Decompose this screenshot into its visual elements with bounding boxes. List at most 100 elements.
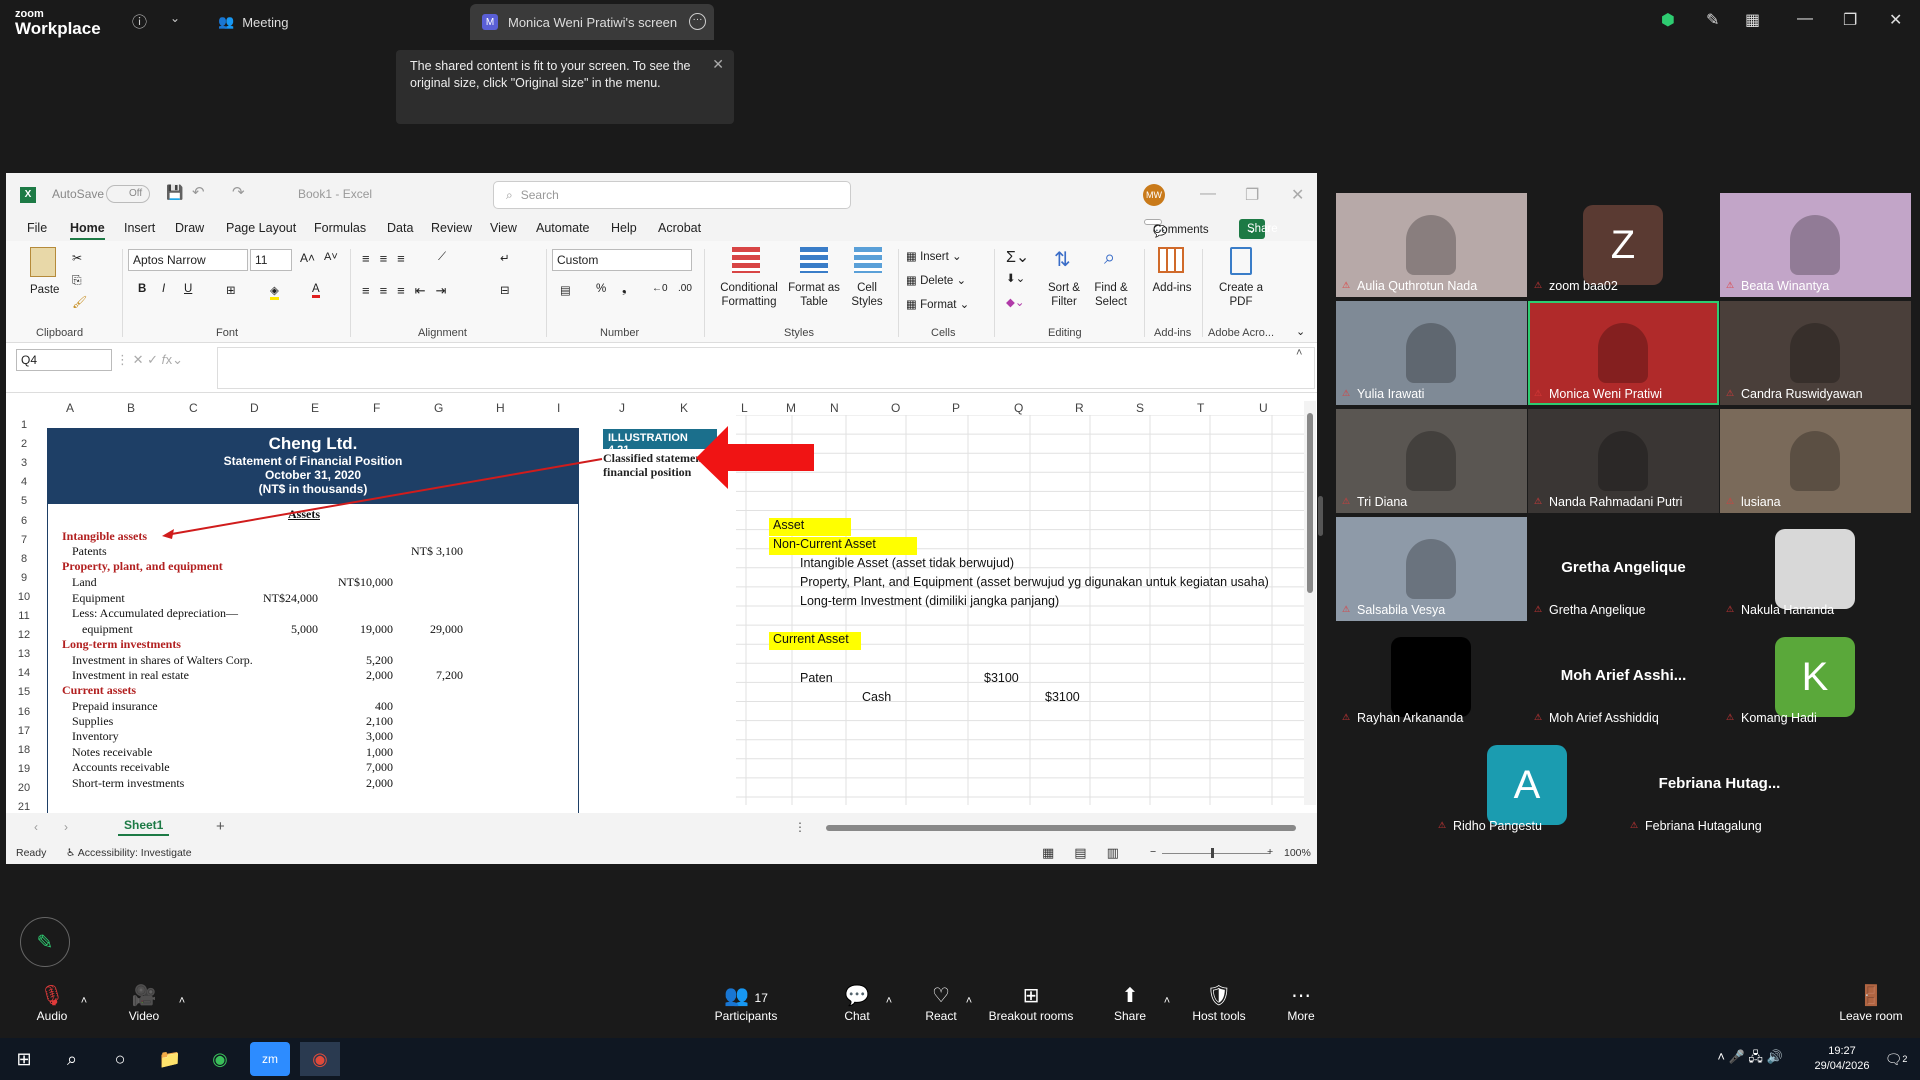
participant-tile[interactable]: Febriana Hutag... ⚠ Febriana Hutagalung xyxy=(1624,733,1815,837)
view-mode-icons[interactable]: ▦▤▥ xyxy=(1042,845,1139,861)
video-button[interactable]: 🎥 Video xyxy=(122,981,166,1038)
sheet-prev-icon[interactable]: ‹ xyxy=(34,820,38,834)
participant-tile[interactable]: ⚠ Nanda Rahmadani Putri xyxy=(1528,409,1719,513)
windows-start-icon[interactable]: ⊞ xyxy=(4,1042,44,1076)
cell-cash[interactable]: Cash xyxy=(862,690,891,704)
muted-mic-icon: ⚠ xyxy=(1726,604,1735,614)
cell-current-asset[interactable]: Current Asset xyxy=(769,632,861,650)
participant-tile[interactable]: K ⚠ Komang Hadi xyxy=(1720,625,1911,729)
react-label: React xyxy=(925,1009,957,1023)
participant-tile[interactable]: ⚠ Aulia Quthrotun Nada xyxy=(1336,193,1527,297)
more-label: More xyxy=(1287,1009,1315,1023)
layout-icon[interactable]: ▦ xyxy=(1745,10,1760,30)
zoom-slider[interactable] xyxy=(1162,853,1270,854)
chat-button[interactable]: 💬 Chat xyxy=(840,981,874,1038)
zoom-taskbar-icon[interactable]: zm xyxy=(250,1042,290,1076)
cell-intangible[interactable]: Intangible Asset (asset tidak berwujud) xyxy=(800,556,1014,570)
notification-icon[interactable]: 🗨 2 xyxy=(1876,1042,1916,1076)
react-button[interactable]: ♡ React xyxy=(922,981,960,1038)
participant-video-feed xyxy=(1790,215,1840,275)
audio-options-caret[interactable]: ˄ xyxy=(76,981,92,1038)
participant-tile[interactable]: ⚠ Monica Weni Pratiwi xyxy=(1528,301,1719,405)
participant-tile[interactable]: Moh Arief Asshi... ⚠ Moh Arief Asshiddiq xyxy=(1528,625,1719,729)
participant-tile[interactable]: Gretha Angelique ⚠ Gretha Angelique xyxy=(1528,517,1719,621)
participant-name: ⚠ Yulia Irawati xyxy=(1342,387,1424,401)
zoom-out-icon[interactable]: − xyxy=(1150,846,1156,858)
participant-name: ⚠ Monica Weni Pratiwi xyxy=(1534,387,1662,401)
annotate-pencil-button[interactable]: ✎ xyxy=(20,917,70,967)
cell-cash-value[interactable]: $3100 xyxy=(1045,690,1080,704)
participant-display-name: Febriana Hutag... xyxy=(1658,775,1781,792)
breakout-icon: ⊞ xyxy=(1022,985,1040,1007)
participants-icon: 👥 17 xyxy=(724,985,768,1007)
chevron-down-icon[interactable]: ⌄ xyxy=(170,11,180,25)
share-screen-button[interactable]: ⬆ Share xyxy=(1112,981,1148,1038)
pen-icon[interactable]: ✎ xyxy=(1706,10,1719,30)
muted-mic-icon: ⚠ xyxy=(1726,280,1735,290)
video-options-caret[interactable]: ˄ xyxy=(174,981,190,1038)
task-view-icon[interactable]: ○ xyxy=(100,1042,140,1076)
react-options-caret[interactable]: ˄ xyxy=(962,981,976,1038)
vertical-scrollbar[interactable] xyxy=(1304,401,1316,805)
tooltip-close-icon[interactable]: ✕ xyxy=(712,56,724,73)
participant-name-text: Febriana Hutagalung xyxy=(1645,819,1762,833)
video-off-icon: 🎥 xyxy=(131,985,157,1007)
sheet-options-icon[interactable]: ⋮ xyxy=(794,820,806,834)
muted-mic-icon: ⚠ xyxy=(1342,388,1351,398)
cell-paten-value[interactable]: $3100 xyxy=(984,671,1019,685)
cell-asset[interactable]: Asset xyxy=(769,518,851,536)
close-icon[interactable]: ✕ xyxy=(1889,10,1902,30)
participants-button[interactable]: 👥 17 Participants xyxy=(712,981,780,1038)
participant-name: ⚠ Moh Arief Asshiddiq xyxy=(1534,711,1659,725)
audio-button[interactable]: 🎙 Audio xyxy=(30,981,74,1038)
cell-ppe[interactable]: Property, Plant, and Equipment (asset be… xyxy=(800,575,1269,589)
vertical-scroll-thumb[interactable] xyxy=(1307,413,1313,593)
leave-room-button[interactable]: 🚪 Leave room xyxy=(1838,981,1904,1038)
chrome-icon[interactable]: ◉ xyxy=(200,1042,240,1076)
cell-paten[interactable]: Paten xyxy=(800,671,833,685)
participant-tile[interactable]: A ⚠ Ridho Pangestu xyxy=(1432,733,1623,837)
participant-tile[interactable]: ⚠ Rayhan Arkananda xyxy=(1336,625,1527,729)
meeting-tab[interactable]: 👥 Meeting xyxy=(218,4,288,40)
more-button[interactable]: ⋯ More xyxy=(1284,981,1318,1038)
shield-icon[interactable]: ⬢ xyxy=(1661,10,1675,30)
share-options-caret[interactable]: ˄ xyxy=(1160,981,1174,1038)
participant-tile[interactable]: ⚠ Beata Winantya xyxy=(1720,193,1911,297)
zoom-slider-thumb[interactable] xyxy=(1211,848,1214,858)
chat-options-caret[interactable]: ˄ xyxy=(882,981,896,1038)
chrome-active-icon[interactable]: ◉ xyxy=(300,1042,340,1076)
panel-resize-handle[interactable] xyxy=(1318,496,1323,536)
participant-tile[interactable]: ⚠ lusiana xyxy=(1720,409,1911,513)
minimize-icon[interactable]: — xyxy=(1797,10,1813,28)
taskbar-search-icon[interactable]: ⌕ xyxy=(52,1042,92,1076)
add-sheet-icon[interactable]: + xyxy=(216,818,225,835)
host-tools-button[interactable]: 🛡 Host tools xyxy=(1190,981,1248,1038)
zoom-in-icon[interactable]: + xyxy=(1267,846,1273,858)
sheet-tab-sheet1[interactable]: Sheet1 xyxy=(118,816,170,836)
participant-tile[interactable]: ⚠ Candra Ruswidyawan xyxy=(1720,301,1911,405)
participant-tile[interactable]: ⚠ Tri Diana xyxy=(1336,409,1527,513)
participant-tile[interactable]: ⚠ Salsabila Vesya xyxy=(1336,517,1527,621)
more-options-icon[interactable]: ··· xyxy=(689,13,706,30)
clock[interactable]: 19:27 29/04/2026 xyxy=(1812,1044,1872,1074)
cell-lti[interactable]: Long-term Investment (dimiliki jangka pa… xyxy=(800,594,1059,608)
accessibility-status[interactable]: ♿ Accessibility: Investigate xyxy=(66,847,192,859)
participant-name-text: Aulia Quthrotun Nada xyxy=(1357,279,1478,293)
cell-noncurrent[interactable]: Non-Current Asset xyxy=(769,537,917,555)
participant-tile[interactable]: Z ⚠ zoom baa02 xyxy=(1528,193,1719,297)
file-explorer-icon[interactable]: 📁 xyxy=(150,1042,190,1076)
restore-icon[interactable]: ❐ xyxy=(1843,10,1857,30)
info-icon[interactable]: ⓘ xyxy=(132,11,147,32)
breakout-rooms-button[interactable]: ⊞ Breakout rooms xyxy=(988,981,1074,1038)
system-tray-icons[interactable]: ˄ 🎤 🖧 🔊 xyxy=(1700,1042,1800,1076)
horizontal-scroll-thumb[interactable] xyxy=(826,825,1296,831)
participant-video-feed xyxy=(1406,215,1456,275)
sheet-next-icon[interactable]: › xyxy=(64,820,68,834)
participant-tile[interactable]: ⚠ Yulia Irawati xyxy=(1336,301,1527,405)
participant-tile[interactable]: ⚠ Nakula Hananda xyxy=(1720,517,1911,621)
zoom-top-bar: zoom Workplace ⓘ ⌄ 👥 Meeting M Monica We… xyxy=(0,0,1920,44)
red-pointer-line xyxy=(165,458,603,536)
participant-name: ⚠ Nanda Rahmadani Putri xyxy=(1534,495,1682,509)
zoom-percentage[interactable]: 100% xyxy=(1284,847,1311,859)
shared-screen-tab[interactable]: M Monica Weni Pratiwi's screen ··· xyxy=(470,4,714,40)
